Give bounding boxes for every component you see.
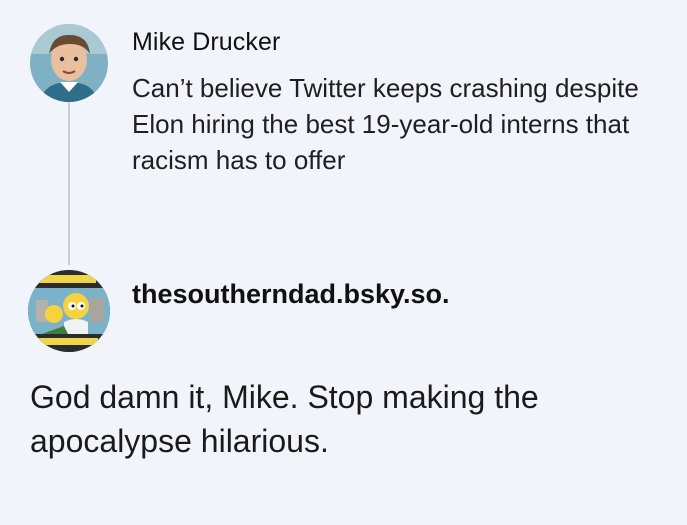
thread-connector-line <box>68 102 70 265</box>
reply-author-handle[interactable]: thesoutherndad.bsky.so. <box>132 279 450 310</box>
author-name[interactable]: Mike Drucker <box>132 28 280 57</box>
profile-photo-icon <box>30 24 108 102</box>
reply-text: God damn it, Mike. Stop making the apoca… <box>30 379 539 459</box>
cartoon-profile-icon <box>28 270 110 352</box>
post-text: Can’t believe Twitter keeps crashing des… <box>132 73 639 175</box>
author-avatar[interactable] <box>30 24 108 102</box>
reply-author-avatar[interactable] <box>28 270 110 352</box>
